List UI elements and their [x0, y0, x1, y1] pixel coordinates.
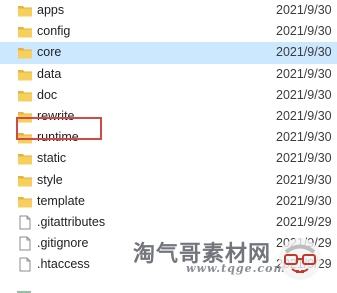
file-row-dot-gitattributes[interactable]: .gitattributes 2021/9/29	[0, 212, 337, 233]
file-row-data[interactable]: data 2021/9/30	[0, 64, 337, 85]
file-date: 2021/9/30	[276, 87, 332, 102]
partial-file-row	[0, 286, 337, 293]
file-name: .gitattributes	[37, 214, 106, 229]
folder-icon	[17, 88, 33, 103]
file-date: 2021/9/30	[276, 172, 332, 187]
folder-icon	[17, 173, 33, 188]
file-row-config[interactable]: config 2021/9/30	[0, 21, 337, 42]
folder-icon	[17, 151, 33, 166]
file-name: core	[37, 45, 62, 60]
file-name: style	[37, 172, 63, 187]
file-date: 2021/9/30	[276, 66, 332, 81]
file-date: 2021/9/30	[276, 130, 332, 145]
file-name: config	[37, 24, 71, 39]
folder-icon	[17, 67, 33, 82]
file-name: static	[37, 151, 67, 166]
file-name: .htaccess	[37, 257, 90, 272]
file-name: doc	[37, 87, 58, 102]
watermark-url: www.tqge.com	[186, 262, 287, 275]
file-icon	[17, 257, 33, 272]
file-row-apps[interactable]: apps 2021/9/30	[0, 0, 337, 21]
highlight-box	[16, 117, 102, 140]
file-icon	[17, 236, 33, 251]
file-date: 2021/9/30	[276, 24, 332, 39]
file-row-style[interactable]: style 2021/9/30	[0, 170, 337, 191]
folder-icon	[17, 194, 33, 209]
file-row-doc[interactable]: doc 2021/9/30	[0, 85, 337, 106]
watermark-logo	[277, 236, 323, 282]
file-name: template	[37, 193, 85, 208]
file-name: .gitignore	[37, 236, 89, 251]
file-row-core[interactable]: core 2021/9/30	[0, 42, 337, 64]
file-icon	[17, 215, 33, 230]
folder-icon	[17, 45, 33, 60]
folder-icon	[17, 3, 33, 18]
file-date: 2021/9/30	[276, 45, 332, 60]
file-date: 2021/9/29	[276, 214, 332, 229]
file-date: 2021/9/30	[276, 151, 332, 166]
file-row-static[interactable]: static 2021/9/30	[0, 148, 337, 169]
file-date: 2021/9/30	[276, 3, 332, 17]
file-row-template[interactable]: template 2021/9/30	[0, 191, 337, 212]
file-name: data	[37, 66, 62, 81]
folder-icon	[17, 24, 33, 39]
file-date: 2021/9/30	[276, 108, 332, 123]
file-name: apps	[37, 3, 65, 17]
file-date: 2021/9/30	[276, 193, 332, 208]
